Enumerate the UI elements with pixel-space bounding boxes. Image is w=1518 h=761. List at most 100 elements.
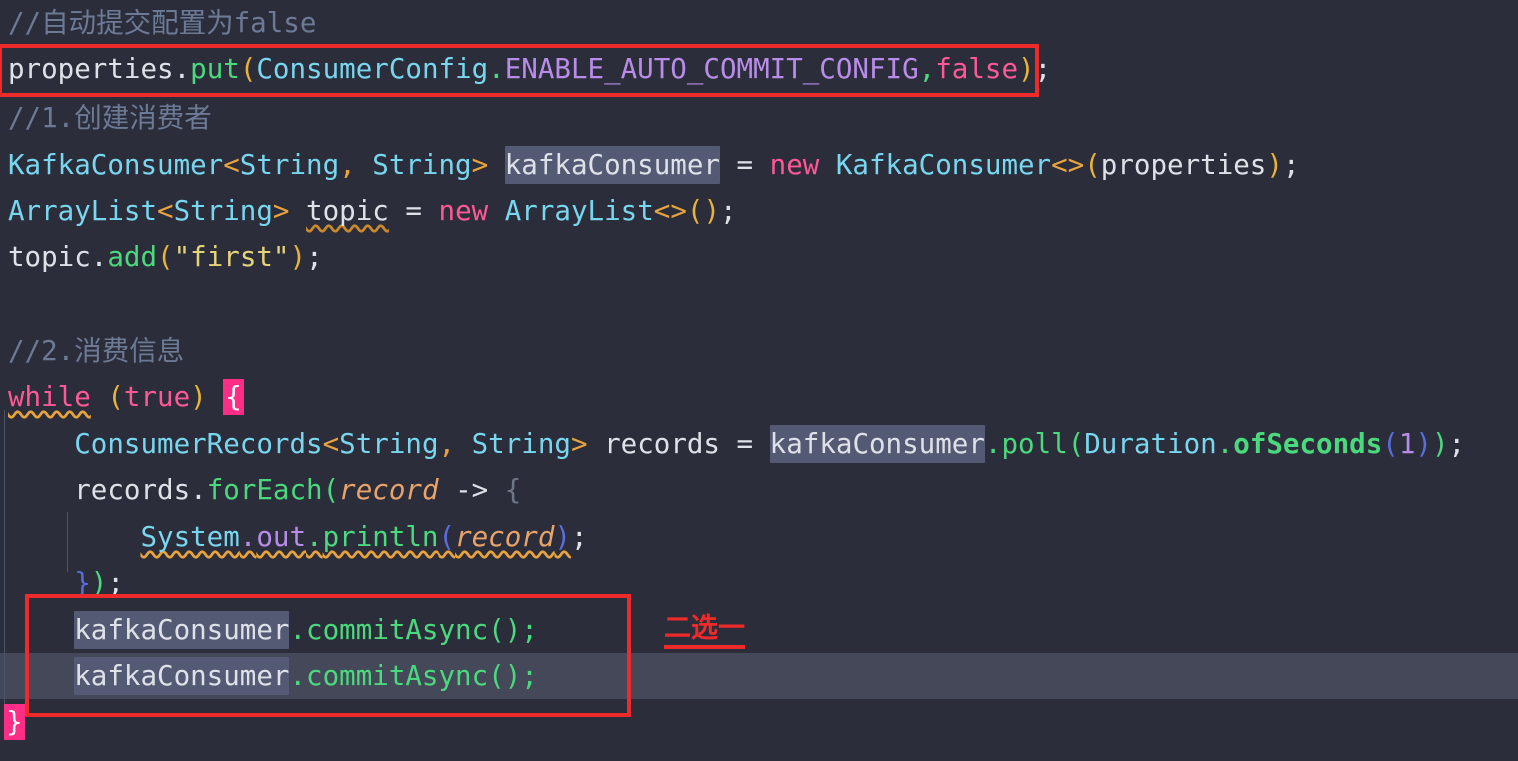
code-editor[interactable]: //自动提交配置为false properties.put(ConsumerCo… — [0, 0, 1518, 761]
code-line-6[interactable]: topic.add("first"); — [0, 234, 1518, 280]
method-add: add — [107, 241, 158, 273]
method-foreach: forEach — [206, 474, 323, 506]
class-system: System — [140, 521, 240, 553]
lambda-param-record: record — [339, 474, 439, 506]
argument-properties: properties — [1100, 149, 1267, 181]
paren-close: ) — [554, 521, 571, 553]
identifier-kafkaconsumer-highlight: kafkaConsumer — [769, 425, 985, 463]
generic-string-2: String — [471, 428, 571, 460]
paren-close: ) — [190, 381, 207, 413]
code-line-1[interactable]: //自动提交配置为false — [0, 0, 1518, 46]
generic-string-1: String — [339, 428, 439, 460]
angle-close: > — [272, 195, 290, 227]
assign-operator: = — [719, 428, 770, 460]
dot-operator: . — [173, 53, 191, 85]
generic-string-2: String — [372, 149, 472, 181]
paren-open: ( — [107, 381, 124, 413]
brace-close-highlight: } — [4, 704, 25, 740]
number-1: 1 — [1398, 428, 1416, 460]
identifier-topic: topic — [306, 195, 389, 227]
paren-close: ) — [289, 241, 307, 273]
comment-auto-commit-false: //自动提交配置为false — [8, 7, 317, 39]
angle-close: > — [471, 149, 489, 181]
angle-open: < — [157, 195, 174, 227]
method-commitasync: commitAsync — [306, 660, 489, 692]
dot-operator: . — [289, 614, 307, 646]
code-line-16[interactable]: } — [0, 699, 1518, 745]
literal-true: true — [123, 381, 191, 413]
code-line-3[interactable]: //1.创建消费者 — [0, 95, 1518, 141]
assign-operator: = — [388, 195, 439, 227]
dot-operator: . — [984, 428, 1002, 460]
semicolon: ; — [1282, 149, 1300, 181]
semicolon: ; — [107, 567, 124, 599]
code-line-15[interactable]: kafkaConsumer.commitAsync(); — [0, 653, 1518, 699]
string-first: "first" — [173, 241, 290, 273]
dot-operator: . — [239, 521, 257, 553]
semicolon: ; — [720, 195, 737, 227]
paren-close-inner: ) — [1415, 428, 1432, 460]
generic-separator: , — [339, 149, 373, 181]
comment-create-consumer: //1.创建消费者 — [8, 102, 212, 134]
method-println: println — [322, 521, 439, 553]
field-out: out — [256, 521, 307, 553]
paren-open: ( — [1084, 149, 1101, 181]
code-line-14[interactable]: kafkaConsumer.commitAsync(); — [0, 607, 1518, 653]
paren-open: ( — [157, 241, 174, 273]
identifier-properties: properties — [8, 53, 174, 85]
semicolon: ; — [521, 660, 538, 692]
paren-open: ( — [1067, 428, 1085, 460]
constant-enable-auto-commit-config: ENABLE_AUTO_COMMIT_CONFIG — [504, 53, 919, 85]
dot-operator: . — [289, 660, 307, 692]
comma: , — [918, 53, 936, 85]
keyword-new: new — [769, 149, 820, 181]
code-line-11[interactable]: records.forEach(record -> { — [0, 467, 1518, 513]
paren-open: ( — [322, 474, 340, 506]
class-consumerconfig: ConsumerConfig — [256, 53, 489, 85]
literal-false: false — [935, 53, 1019, 85]
method-ofseconds: ofSeconds — [1233, 428, 1383, 460]
method-commitasync: commitAsync — [306, 614, 489, 646]
constructor-kafkaconsumer: KafkaConsumer — [835, 149, 1052, 181]
identifier-kafkaconsumer-highlight: kafkaConsumer — [504, 146, 720, 184]
comment-consume-info: //2.消费信息 — [8, 335, 185, 367]
code-line-9[interactable]: while (true) { — [0, 374, 1518, 420]
type-kafkaconsumer: KafkaConsumer — [8, 149, 224, 181]
method-put: put — [190, 53, 240, 85]
identifier-records: records — [587, 428, 720, 460]
semicolon: ; — [306, 241, 323, 273]
parens-empty: () — [488, 614, 522, 646]
code-line-10[interactable]: ConsumerRecords<String, String> records … — [0, 421, 1518, 467]
keyword-while: while — [8, 381, 91, 413]
identifier-kafkaconsumer-highlight: kafkaConsumer — [74, 611, 290, 649]
code-line-12[interactable]: System.out.println(record); — [0, 514, 1518, 560]
annotation-note-choose-one: 二选一 — [664, 614, 745, 649]
parens-empty: () — [488, 660, 522, 692]
semicolon: ; — [521, 614, 538, 646]
identifier-kafkaconsumer-highlight: kafkaConsumer — [74, 657, 290, 695]
semicolon: ; — [1034, 53, 1052, 85]
paren-close: ) — [1431, 428, 1449, 460]
dot-operator: . — [90, 241, 108, 273]
angle-open: < — [223, 149, 240, 181]
constructor-arraylist: ArrayList — [504, 195, 654, 227]
code-line-13[interactable]: }); — [0, 560, 1518, 606]
diamond-operator: <> — [653, 195, 687, 227]
semicolon: ; — [1448, 428, 1466, 460]
generic-separator: , — [438, 428, 472, 460]
code-line-4[interactable]: KafkaConsumer<String, String> kafkaConsu… — [0, 142, 1518, 188]
paren-open: ( — [438, 521, 456, 553]
code-line-8[interactable]: //2.消费信息 — [0, 328, 1518, 374]
code-line-5[interactable]: ArrayList<String> topic = new ArrayList<… — [0, 188, 1518, 234]
type-consumerrecords: ConsumerRecords — [74, 428, 323, 460]
paren-close: ) — [1018, 53, 1035, 85]
code-line-2[interactable]: properties.put(ConsumerConfig.ENABLE_AUT… — [0, 46, 1518, 92]
brace-close: } — [74, 567, 91, 599]
angle-close: > — [570, 428, 588, 460]
paren-open-inner: ( — [1382, 428, 1399, 460]
semicolon: ; — [570, 521, 588, 553]
lambda-arrow: -> — [438, 474, 505, 506]
class-duration: Duration — [1084, 428, 1217, 460]
